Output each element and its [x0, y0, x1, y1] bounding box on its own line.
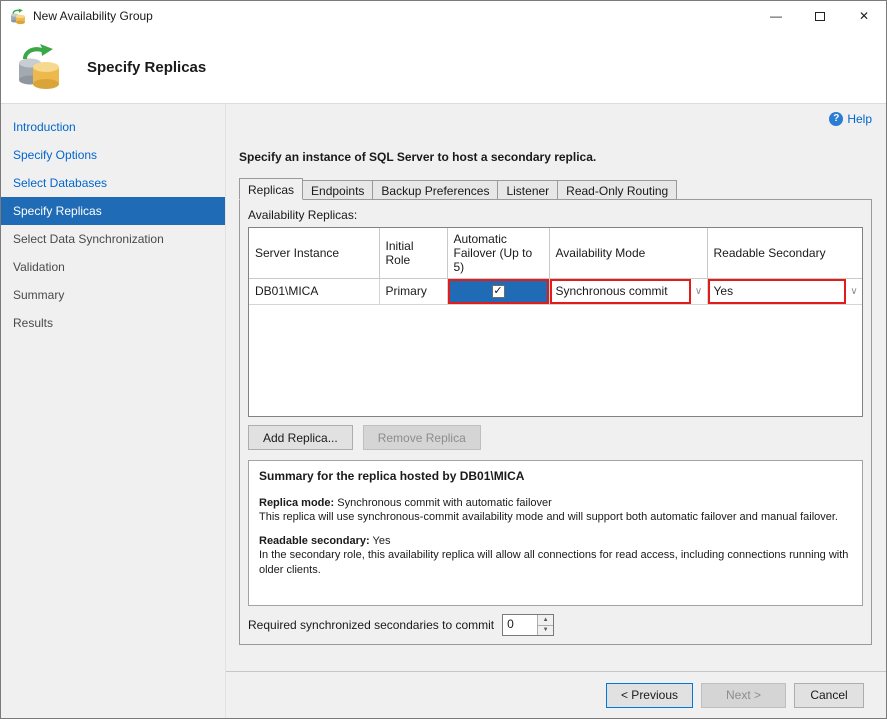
summary-box: Summary for the replica hosted by DB01\M… [248, 460, 863, 606]
chevron-down-icon[interactable]: ∨ [846, 279, 862, 304]
wizard-footer: < Previous Next > Cancel [226, 671, 886, 718]
help-row: ? Help [239, 110, 872, 130]
col-initial-role: Initial Role [379, 228, 447, 278]
readable-secondary-description: In the secondary role, this availability… [259, 548, 852, 577]
col-automatic-failover: Automatic Failover (Up to 5) [447, 228, 549, 278]
tab-backup-preferences[interactable]: Backup Preferences [373, 180, 498, 200]
cell-availability-mode[interactable]: Synchronous commit ∨ [549, 278, 707, 304]
quorum-value[interactable]: 0 [503, 615, 537, 635]
maximize-button[interactable] [798, 1, 842, 31]
availability-group-icon [13, 43, 65, 91]
automatic-failover-highlight: ✓ [448, 279, 549, 304]
tab-endpoints[interactable]: Endpoints [303, 180, 373, 200]
replica-buttons-row: Add Replica... Remove Replica [248, 425, 863, 450]
availability-replicas-grid: Server Instance Initial Role Automatic F… [248, 227, 863, 417]
page-title: Specify Replicas [87, 59, 206, 76]
wizard-header: Specify Replicas [1, 31, 886, 104]
sidebar-item-introduction[interactable]: Introduction [1, 113, 225, 141]
table-header-row: Server Instance Initial Role Automatic F… [249, 228, 862, 278]
sidebar-item-summary: Summary [1, 281, 225, 309]
new-availability-group-window: New Availability Group — ✕ Specify Repli… [0, 0, 887, 719]
window-title: New Availability Group [33, 9, 153, 23]
tab-strip: Replicas Endpoints Backup Preferences Li… [239, 178, 872, 199]
previous-button[interactable]: < Previous [606, 683, 693, 708]
readable-secondary-value: Yes [714, 284, 734, 298]
sidebar-item-specify-replicas[interactable]: Specify Replicas [1, 197, 225, 225]
next-button: Next > [701, 683, 786, 708]
check-icon: ✓ [493, 286, 502, 297]
maximize-icon [815, 12, 825, 21]
replica-mode-label: Replica mode: [259, 497, 334, 509]
quorum-row: Required synchronized secondaries to com… [248, 614, 863, 636]
cell-readable-secondary[interactable]: Yes ∨ [707, 278, 862, 304]
spin-up-icon[interactable]: ▲ [538, 615, 553, 626]
quorum-spinner[interactable]: 0 ▲ ▼ [502, 614, 554, 636]
sidebar-item-select-databases[interactable]: Select Databases [1, 169, 225, 197]
minimize-button[interactable]: — [754, 1, 798, 31]
automatic-failover-checkbox[interactable]: ✓ [492, 285, 505, 298]
col-server-instance: Server Instance [249, 228, 379, 278]
wizard-steps-sidebar: Introduction Specify Options Select Data… [1, 104, 226, 718]
cell-automatic-failover[interactable]: ✓ [447, 278, 549, 304]
readable-secondary-label: Readable secondary: [259, 535, 370, 547]
sidebar-item-results: Results [1, 309, 225, 337]
chevron-down-icon[interactable]: ∨ [691, 279, 707, 304]
replicas-tab-panel: Availability Replicas: Server Instance I… [239, 199, 872, 645]
app-icon [9, 8, 27, 25]
availability-replicas-label: Availability Replicas: [248, 208, 863, 222]
help-icon: ? [829, 112, 843, 126]
cell-server-instance[interactable]: DB01\MICA [249, 278, 379, 304]
availability-mode-dropdown[interactable]: Synchronous commit [550, 279, 691, 304]
summary-readable-secondary: Readable secondary: Yes In the secondary… [259, 534, 852, 577]
quorum-label: Required synchronized secondaries to com… [248, 618, 494, 632]
instruction-text: Specify an instance of SQL Server to hos… [239, 150, 872, 164]
replica-mode-description: This replica will use synchronous-commit… [259, 510, 852, 524]
close-button[interactable]: ✕ [842, 1, 886, 31]
sidebar-item-validation: Validation [1, 253, 225, 281]
readable-secondary-summary-value: Yes [370, 535, 391, 547]
wizard-body: Introduction Specify Options Select Data… [1, 104, 886, 718]
remove-replica-button: Remove Replica [363, 425, 481, 450]
help-label: Help [847, 112, 872, 126]
add-replica-button[interactable]: Add Replica... [248, 425, 353, 450]
replica-mode-value: Synchronous commit with automatic failov… [334, 497, 552, 509]
readable-secondary-dropdown[interactable]: Yes [708, 279, 847, 304]
tab-listener[interactable]: Listener [498, 180, 558, 200]
help-link[interactable]: ? Help [829, 112, 872, 126]
col-readable-secondary: Readable Secondary [707, 228, 862, 278]
spinner-buttons: ▲ ▼ [537, 615, 553, 635]
titlebar: New Availability Group — ✕ [1, 1, 886, 31]
cancel-button[interactable]: Cancel [794, 683, 864, 708]
table-row[interactable]: DB01\MICA Primary ✓ [249, 278, 862, 304]
summary-replica-mode: Replica mode: Synchronous commit with au… [259, 496, 852, 525]
availability-mode-value: Synchronous commit [556, 284, 668, 298]
main-content: ? Help Specify an instance of SQL Server… [226, 104, 886, 718]
cell-initial-role: Primary [379, 278, 447, 304]
tab-replicas[interactable]: Replicas [239, 178, 303, 200]
replicas-table: Server Instance Initial Role Automatic F… [249, 228, 862, 305]
tab-read-only-routing[interactable]: Read-Only Routing [558, 180, 677, 200]
sidebar-item-specify-options[interactable]: Specify Options [1, 141, 225, 169]
spin-down-icon[interactable]: ▼ [538, 626, 553, 636]
sidebar-item-select-data-synchronization: Select Data Synchronization [1, 225, 225, 253]
col-availability-mode: Availability Mode [549, 228, 707, 278]
summary-title: Summary for the replica hosted by DB01\M… [259, 469, 852, 485]
